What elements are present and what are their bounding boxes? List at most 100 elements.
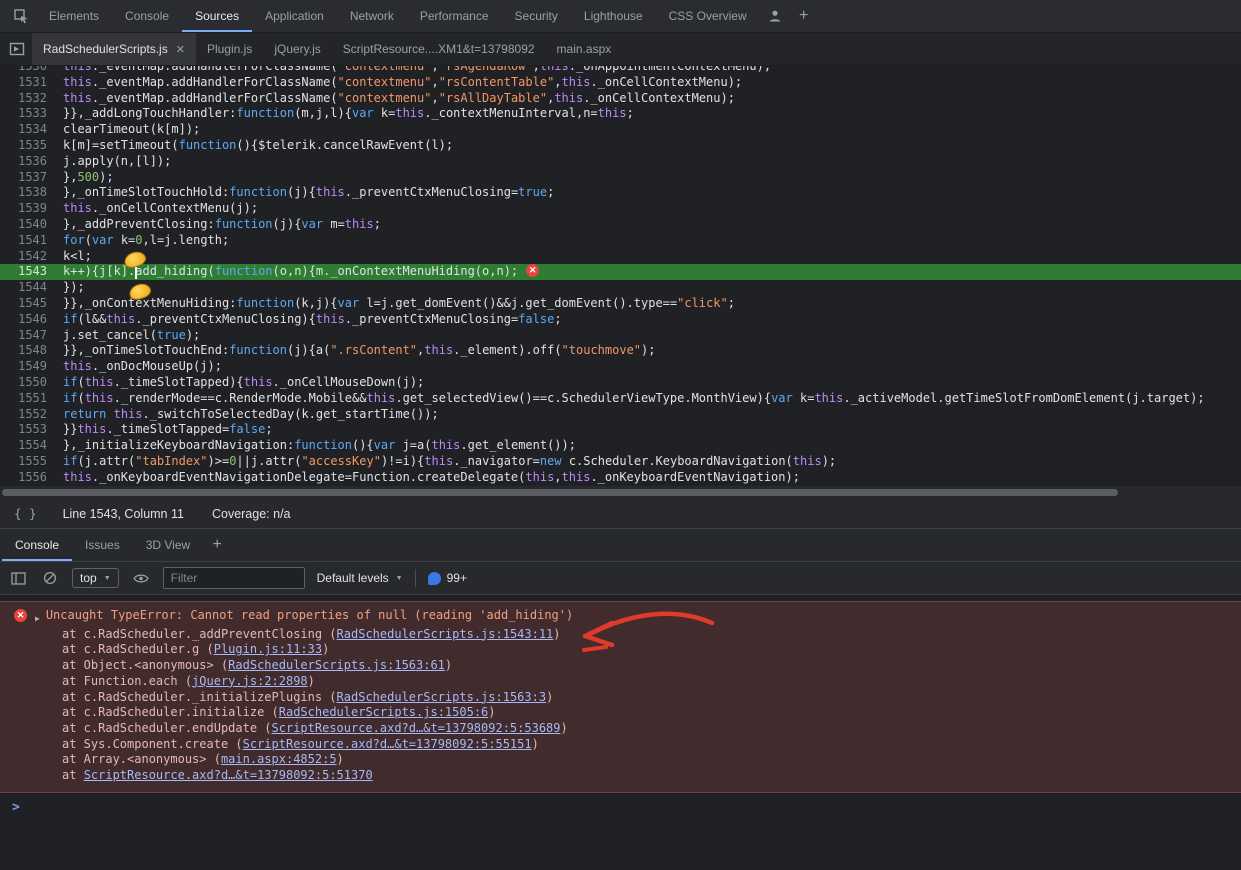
code-line[interactable]: 1556this._onKeyboardEventNavigationDeleg… bbox=[0, 470, 1241, 486]
code-line[interactable]: 1540},_addPreventClosing:function(j){var… bbox=[0, 217, 1241, 233]
main-tab-css-overview[interactable]: CSS Overview bbox=[656, 0, 760, 32]
code-line[interactable]: 1538},_onTimeSlotTouchHold:function(j){t… bbox=[0, 185, 1241, 201]
line-number[interactable]: 1542 bbox=[0, 249, 55, 265]
source-link[interactable]: jQuery.js:2:2898 bbox=[192, 674, 308, 688]
main-tab-elements[interactable]: Elements bbox=[36, 0, 112, 32]
line-number[interactable]: 1537 bbox=[0, 170, 55, 186]
line-number[interactable]: 1545 bbox=[0, 296, 55, 312]
code-line[interactable]: 1543k++){j[k].add_hiding(function(o,n){m… bbox=[0, 264, 1241, 280]
code-line[interactable]: 1536j.apply(n,[l]); bbox=[0, 154, 1241, 170]
source-editor[interactable]: 1530this._eventMap.addHandlerForClassNam… bbox=[0, 66, 1241, 499]
source-link[interactable]: RadSchedulerScripts.js:1563:3 bbox=[337, 690, 547, 704]
source-link[interactable]: Plugin.js:11:33 bbox=[214, 642, 322, 656]
line-number[interactable]: 1532 bbox=[0, 91, 55, 107]
scrollbar-thumb[interactable] bbox=[2, 489, 1118, 496]
line-number[interactable]: 1539 bbox=[0, 201, 55, 217]
line-number[interactable]: 1535 bbox=[0, 138, 55, 154]
expand-triangle-icon[interactable]: ▶ bbox=[35, 611, 40, 627]
source-link[interactable]: RadSchedulerScripts.js:1563:61 bbox=[228, 658, 445, 672]
clear-console-icon[interactable] bbox=[40, 571, 60, 585]
line-number[interactable]: 1546 bbox=[0, 312, 55, 328]
code-line[interactable]: 1548}},_onTimeSlotTouchEnd:function(j){a… bbox=[0, 343, 1241, 359]
line-number[interactable]: 1547 bbox=[0, 328, 55, 344]
main-tab-sources[interactable]: Sources bbox=[182, 0, 252, 32]
code-line[interactable]: 1555if(j.attr("tabIndex")>=0||j.attr("ac… bbox=[0, 454, 1241, 470]
line-number[interactable]: 1553 bbox=[0, 422, 55, 438]
line-number[interactable]: 1549 bbox=[0, 359, 55, 375]
source-link[interactable]: ScriptResource.axd?d…&t=13798092:5:51370 bbox=[84, 768, 373, 782]
code-line[interactable]: 1547j.set_cancel(true); bbox=[0, 328, 1241, 344]
file-tab[interactable]: RadSchedulerScripts.js✕ bbox=[32, 33, 196, 65]
main-tab-lighthouse[interactable]: Lighthouse bbox=[571, 0, 656, 32]
code-line[interactable]: 1535k[m]=setTimeout(function(){$telerik.… bbox=[0, 138, 1241, 154]
source-link[interactable]: ScriptResource.axd?d…&t=13798092:5:55151 bbox=[243, 737, 532, 751]
code-line[interactable]: 1533}},_addLongTouchHandler:function(m,j… bbox=[0, 106, 1241, 122]
line-number[interactable]: 1554 bbox=[0, 438, 55, 454]
close-tab-icon[interactable]: ✕ bbox=[176, 43, 185, 56]
code-line[interactable]: 1532this._eventMap.addHandlerForClassNam… bbox=[0, 91, 1241, 107]
code-line[interactable]: 1534clearTimeout(k[m]); bbox=[0, 122, 1241, 138]
main-tab-security[interactable]: Security bbox=[502, 0, 571, 32]
line-number[interactable]: 1534 bbox=[0, 122, 55, 138]
add-drawer-tab-button[interactable]: + bbox=[203, 529, 231, 561]
eye-icon[interactable] bbox=[131, 573, 151, 584]
code-line[interactable]: 1541for(var k=0,l=j.length; bbox=[0, 233, 1241, 249]
horizontal-scrollbar[interactable] bbox=[0, 486, 1241, 499]
file-tab[interactable]: Plugin.js bbox=[196, 33, 263, 65]
console-sidebar-icon[interactable] bbox=[8, 572, 28, 585]
drawer-tab-issues[interactable]: Issues bbox=[72, 529, 133, 561]
line-number[interactable]: 1531 bbox=[0, 75, 55, 91]
line-number[interactable]: 1544 bbox=[0, 280, 55, 296]
line-number[interactable]: 1556 bbox=[0, 470, 55, 486]
code-line[interactable]: 1531this._eventMap.addHandlerForClassNam… bbox=[0, 75, 1241, 91]
line-number[interactable]: 1543 bbox=[0, 264, 55, 280]
navigator-toggle-icon[interactable] bbox=[2, 33, 32, 65]
line-number[interactable]: 1551 bbox=[0, 391, 55, 407]
drawer-tab-console[interactable]: Console bbox=[2, 529, 72, 561]
source-link[interactable]: RadSchedulerScripts.js:1505:6 bbox=[279, 705, 489, 719]
code-line[interactable]: 1546if(l&&this._preventCtxMenuClosing){t… bbox=[0, 312, 1241, 328]
code-line[interactable]: 1530this._eventMap.addHandlerForClassNam… bbox=[0, 66, 1241, 75]
pretty-print-icon[interactable]: { } bbox=[14, 506, 37, 521]
line-number[interactable]: 1536 bbox=[0, 154, 55, 170]
main-tab-network[interactable]: Network bbox=[337, 0, 407, 32]
person-icon[interactable] bbox=[760, 0, 790, 32]
code-line[interactable]: 1537},500); bbox=[0, 170, 1241, 186]
file-tab[interactable]: main.aspx bbox=[546, 33, 623, 65]
source-link[interactable]: RadSchedulerScripts.js:1543:11 bbox=[337, 627, 554, 641]
line-number[interactable]: 1530 bbox=[0, 66, 55, 75]
file-tab[interactable]: ScriptResource....XM1&t=13798092 bbox=[332, 33, 546, 65]
error-icon[interactable]: ✕ bbox=[526, 264, 539, 277]
inspect-icon[interactable] bbox=[6, 0, 36, 32]
file-tab[interactable]: jQuery.js bbox=[263, 33, 331, 65]
line-number[interactable]: 1555 bbox=[0, 454, 55, 470]
main-tab-console[interactable]: Console bbox=[112, 0, 182, 32]
source-link[interactable]: main.aspx:4852:5 bbox=[221, 752, 337, 766]
log-levels-dropdown[interactable]: Default levels ▼ bbox=[317, 571, 403, 585]
code-line[interactable]: 1551if(this._renderMode==c.RenderMode.Mo… bbox=[0, 391, 1241, 407]
filter-input[interactable] bbox=[163, 567, 305, 589]
drawer-tab-3d-view[interactable]: 3D View bbox=[133, 529, 203, 561]
line-number[interactable]: 1552 bbox=[0, 407, 55, 423]
code-line[interactable]: 1544}); bbox=[0, 280, 1241, 296]
code-line[interactable]: 1545}},_onContextMenuHiding:function(k,j… bbox=[0, 296, 1241, 312]
context-selector[interactable]: top ▼ bbox=[72, 568, 119, 588]
issues-badge[interactable]: 99+ bbox=[428, 571, 467, 585]
main-tab-performance[interactable]: Performance bbox=[407, 0, 502, 32]
code-line[interactable]: 1549this._onDocMouseUp(j); bbox=[0, 359, 1241, 375]
line-number[interactable]: 1538 bbox=[0, 185, 55, 201]
code-line[interactable]: 1553}}this._timeSlotTapped=false; bbox=[0, 422, 1241, 438]
line-number[interactable]: 1541 bbox=[0, 233, 55, 249]
line-number[interactable]: 1548 bbox=[0, 343, 55, 359]
line-number[interactable]: 1550 bbox=[0, 375, 55, 391]
code-line[interactable]: 1542k<l; bbox=[0, 249, 1241, 265]
code-line[interactable]: 1539this._onCellContextMenu(j); bbox=[0, 201, 1241, 217]
console-prompt[interactable]: > bbox=[0, 793, 1241, 815]
code-line[interactable]: 1554},_initializeKeyboardNavigation:func… bbox=[0, 438, 1241, 454]
code-line[interactable]: 1550if(this._timeSlotTapped){this._onCel… bbox=[0, 375, 1241, 391]
code-line[interactable]: 1552return this._switchToSelectedDay(k.g… bbox=[0, 407, 1241, 423]
line-number[interactable]: 1540 bbox=[0, 217, 55, 233]
source-link[interactable]: ScriptResource.axd?d…&t=13798092:5:53689 bbox=[272, 721, 561, 735]
line-number[interactable]: 1533 bbox=[0, 106, 55, 122]
main-tab-application[interactable]: Application bbox=[252, 0, 337, 32]
